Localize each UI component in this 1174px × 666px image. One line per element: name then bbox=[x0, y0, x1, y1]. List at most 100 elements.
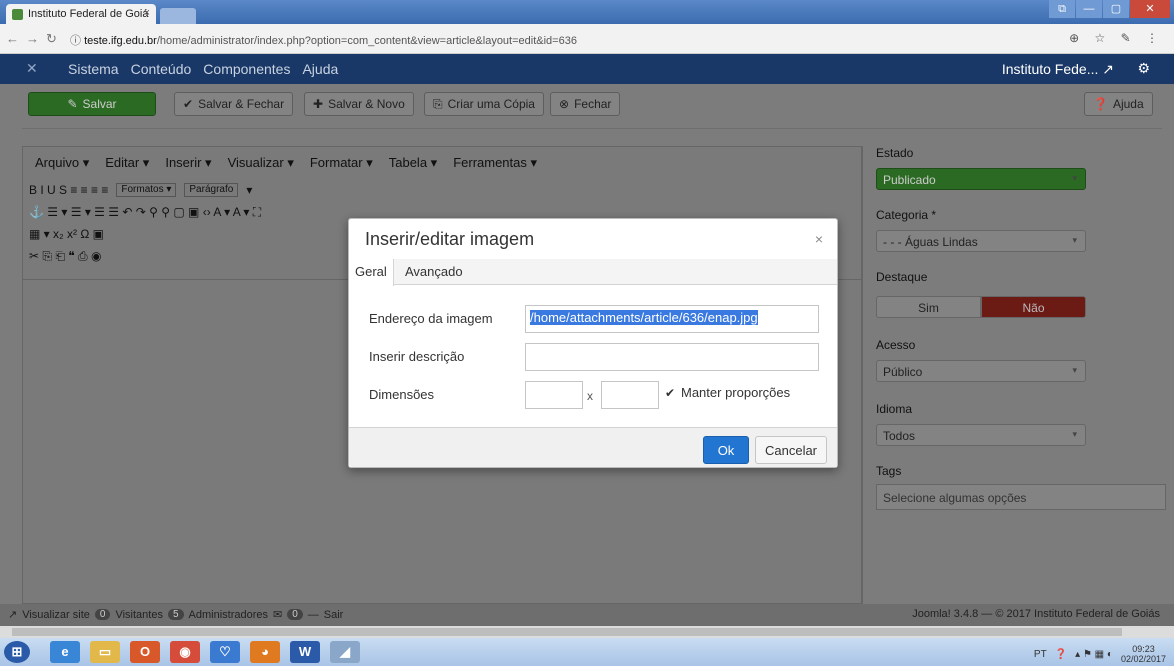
forward-arrow-icon[interactable]: → bbox=[26, 31, 39, 46]
admins-badge: 5 bbox=[167, 609, 184, 620]
dialog-title: Inserir/editar imagem bbox=[365, 229, 535, 249]
url-host: teste.ifg.edu.br bbox=[84, 35, 157, 47]
destaque-toggle[interactable]: Sim Não bbox=[876, 296, 1086, 318]
editor-menu-ferramentas[interactable]: Ferramentas ▾ bbox=[453, 155, 537, 171]
joomla-logo-icon[interactable]: ✕ bbox=[26, 61, 40, 75]
idioma-value: Todos bbox=[883, 429, 916, 443]
help-label: Ajuda bbox=[1112, 97, 1144, 111]
editor-toolbar-row-4[interactable]: ✂ ⎘ ⎗ ❝ ⎙ ◉ bbox=[29, 249, 101, 264]
browser-tabbar: Instituto Federal de Goiá × ⧉ — ▢ ✕ bbox=[0, 0, 1174, 24]
office-icon[interactable]: O bbox=[130, 641, 160, 663]
width-input[interactable] bbox=[525, 381, 583, 409]
address-bar-icons[interactable]: ⊕ ☆ ✎ ⋮ bbox=[1069, 31, 1164, 45]
save-new-button[interactable]: ✚ Salvar & Novo bbox=[304, 92, 414, 116]
version-text: Joomla! 3.4.8 — © 2017 Instituto Federal… bbox=[912, 608, 1160, 620]
gear-icon[interactable]: ⚙ bbox=[1137, 60, 1150, 77]
acesso-select[interactable]: Público ▾ bbox=[876, 360, 1086, 382]
editor-tools-row-3[interactable]: ▦ ▾ x₂ x² Ω ▣ bbox=[29, 227, 104, 241]
format-buttons[interactable]: B I U S ≡ ≡ ≡ ≡ bbox=[29, 183, 108, 197]
info-icon: ⓘ bbox=[70, 35, 85, 47]
menu-item-componentes[interactable]: Componentes bbox=[203, 61, 290, 77]
editor-menu-editar[interactable]: Editar ▾ bbox=[105, 155, 149, 171]
ok-button[interactable]: Ok bbox=[703, 436, 749, 464]
joomla-header: ✕ Sistema Conteúdo Componentes Ajuda Ins… bbox=[0, 54, 1174, 84]
help-button[interactable]: ❓ Ajuda bbox=[1084, 92, 1153, 116]
image-source-input[interactable]: /home/attachments/article/636/enap.jpg bbox=[525, 305, 819, 333]
reload-icon[interactable]: ↻ bbox=[46, 31, 57, 47]
messages-badge[interactable]: 0 bbox=[287, 609, 303, 620]
address-bar: ← → ↻ ⓘ teste.ifg.edu.br/home/administra… bbox=[0, 24, 1174, 54]
tags-label: Tags bbox=[876, 464, 902, 478]
dimensions-label: Dimensões bbox=[369, 387, 435, 402]
menu-item-ajuda[interactable]: Ajuda bbox=[302, 61, 338, 77]
paragraph-dropdown[interactable]: Parágrafo bbox=[184, 183, 239, 197]
check-icon: ✔ bbox=[183, 97, 194, 111]
paragraph-caret-icon[interactable]: ▾ bbox=[246, 183, 252, 197]
file-explorer-icon[interactable]: ▭ bbox=[90, 641, 120, 663]
copy-button[interactable]: ⎘ Criar uma Cópia bbox=[424, 92, 544, 116]
editor-menu-formatar[interactable]: Formatar ▾ bbox=[310, 155, 373, 171]
checkmark-icon[interactable]: ✔ bbox=[665, 387, 677, 399]
categoria-select[interactable]: - - - Águas Lindas ▾ bbox=[876, 230, 1086, 252]
browser-tab[interactable]: Instituto Federal de Goiá × bbox=[6, 4, 156, 24]
maximize-window-icon[interactable]: ▢ bbox=[1103, 0, 1129, 18]
destaque-nao-button[interactable]: Não bbox=[981, 296, 1086, 318]
save-close-button[interactable]: ✔ Salvar & Fechar bbox=[174, 92, 294, 116]
clock[interactable]: 09:23 02/02/2017 bbox=[1121, 644, 1166, 664]
shield-app-icon[interactable]: ♡ bbox=[210, 641, 240, 663]
constrain-proportions-checkbox[interactable]: ✔ Manter proporções bbox=[665, 385, 790, 400]
editor-toolbar-row-1[interactable]: B I U S ≡ ≡ ≡ ≡ Formatos ▾ Parágrafo ▾ bbox=[29, 183, 252, 197]
save-button[interactable]: ✎ Salvar bbox=[28, 92, 156, 116]
logout-link[interactable]: Sair bbox=[324, 609, 344, 621]
view-site-link[interactable]: Visualizar site bbox=[22, 609, 90, 621]
editor-toolbar-row-3[interactable]: ▦ ▾ x₂ x² Ω ▣ bbox=[29, 227, 104, 241]
estado-select[interactable]: Publicado ▾ bbox=[876, 168, 1086, 190]
editor-menu-tabela[interactable]: Tabela ▾ bbox=[389, 155, 437, 171]
description-input[interactable] bbox=[525, 343, 819, 371]
plus-icon: ✚ bbox=[313, 97, 324, 111]
menu-item-conteudo[interactable]: Conteúdo bbox=[131, 61, 192, 77]
idioma-select[interactable]: Todos ▾ bbox=[876, 424, 1086, 446]
acesso-value: Público bbox=[883, 365, 923, 379]
cancel-button[interactable]: Cancelar bbox=[755, 436, 827, 464]
menu-item-sistema[interactable]: Sistema bbox=[68, 61, 119, 77]
tab-close-icon[interactable]: × bbox=[144, 7, 150, 19]
restore-window-icon[interactable]: ⧉ bbox=[1049, 0, 1075, 18]
estado-value: Publicado bbox=[883, 173, 936, 187]
height-input[interactable] bbox=[601, 381, 659, 409]
editor-menu-inserir[interactable]: Inserir ▾ bbox=[165, 155, 211, 171]
minimize-window-icon[interactable]: — bbox=[1076, 0, 1102, 18]
editor-tools-row-2[interactable]: ⚓ ☰ ▾ ☰ ▾ ☰ ☰ ↶ ↷ ⚲ ⚲ ▢ ▣ ‹› A ▾ A ▾ ⛶ bbox=[29, 205, 261, 220]
editor-tools-row-4[interactable]: ✂ ⎘ ⎗ ❝ ⎙ ◉ bbox=[29, 249, 101, 264]
word-icon[interactable]: W bbox=[290, 641, 320, 663]
save-new-label: Salvar & Novo bbox=[328, 97, 405, 111]
close-button[interactable]: ⊗ Fechar bbox=[550, 92, 621, 116]
language-indicator[interactable]: PT bbox=[1034, 649, 1047, 660]
destaque-sim-button[interactable]: Sim bbox=[876, 296, 981, 318]
close-label: Fechar bbox=[574, 97, 612, 111]
notes-app-icon[interactable]: ◢ bbox=[330, 641, 360, 663]
toolbar-divider bbox=[22, 128, 1162, 129]
help-tray-icon[interactable]: ❓ bbox=[1055, 649, 1067, 660]
url-input[interactable]: ⓘ teste.ifg.edu.br/home/administrator/in… bbox=[66, 29, 1076, 49]
formats-dropdown[interactable]: Formatos ▾ bbox=[116, 183, 177, 197]
toolbar: ✎ Salvar ✔ Salvar & Fechar ✚ Salvar & Novo … bbox=[0, 84, 1174, 124]
tab-avancado[interactable]: Avançado bbox=[399, 259, 469, 285]
editor-toolbar-row-2[interactable]: ⚓ ☰ ▾ ☰ ▾ ☰ ☰ ↶ ↷ ⚲ ⚲ ▢ ▣ ‹› A ▾ A ▾ ⛶ bbox=[29, 205, 261, 220]
tab-geral[interactable]: Geral bbox=[349, 259, 394, 286]
new-tab-button[interactable] bbox=[160, 8, 196, 24]
chrome-icon[interactable]: ◉ bbox=[170, 641, 200, 663]
back-arrow-icon[interactable]: ← bbox=[6, 31, 19, 46]
close-window-icon[interactable]: ✕ bbox=[1130, 0, 1170, 18]
dialog-close-icon[interactable]: × bbox=[815, 231, 823, 247]
firefox-icon[interactable]: ◕ bbox=[250, 641, 280, 663]
site-link[interactable]: Instituto Fede... ↗ bbox=[1002, 61, 1114, 78]
start-button-icon[interactable]: ⊞ bbox=[4, 641, 30, 663]
tray-icons[interactable]: ▴ ⚑ ▦ ◐ bbox=[1075, 649, 1113, 660]
internet-explorer-icon[interactable]: e bbox=[50, 641, 80, 663]
horizontal-scrollbar[interactable] bbox=[0, 626, 1174, 638]
editor-menu-visualizar[interactable]: Visualizar ▾ bbox=[228, 155, 294, 171]
scrollbar-thumb[interactable] bbox=[12, 628, 1122, 636]
tags-input[interactable]: Selecione algumas opções bbox=[876, 484, 1166, 510]
editor-menu-arquivo[interactable]: Arquivo ▾ bbox=[35, 155, 89, 171]
